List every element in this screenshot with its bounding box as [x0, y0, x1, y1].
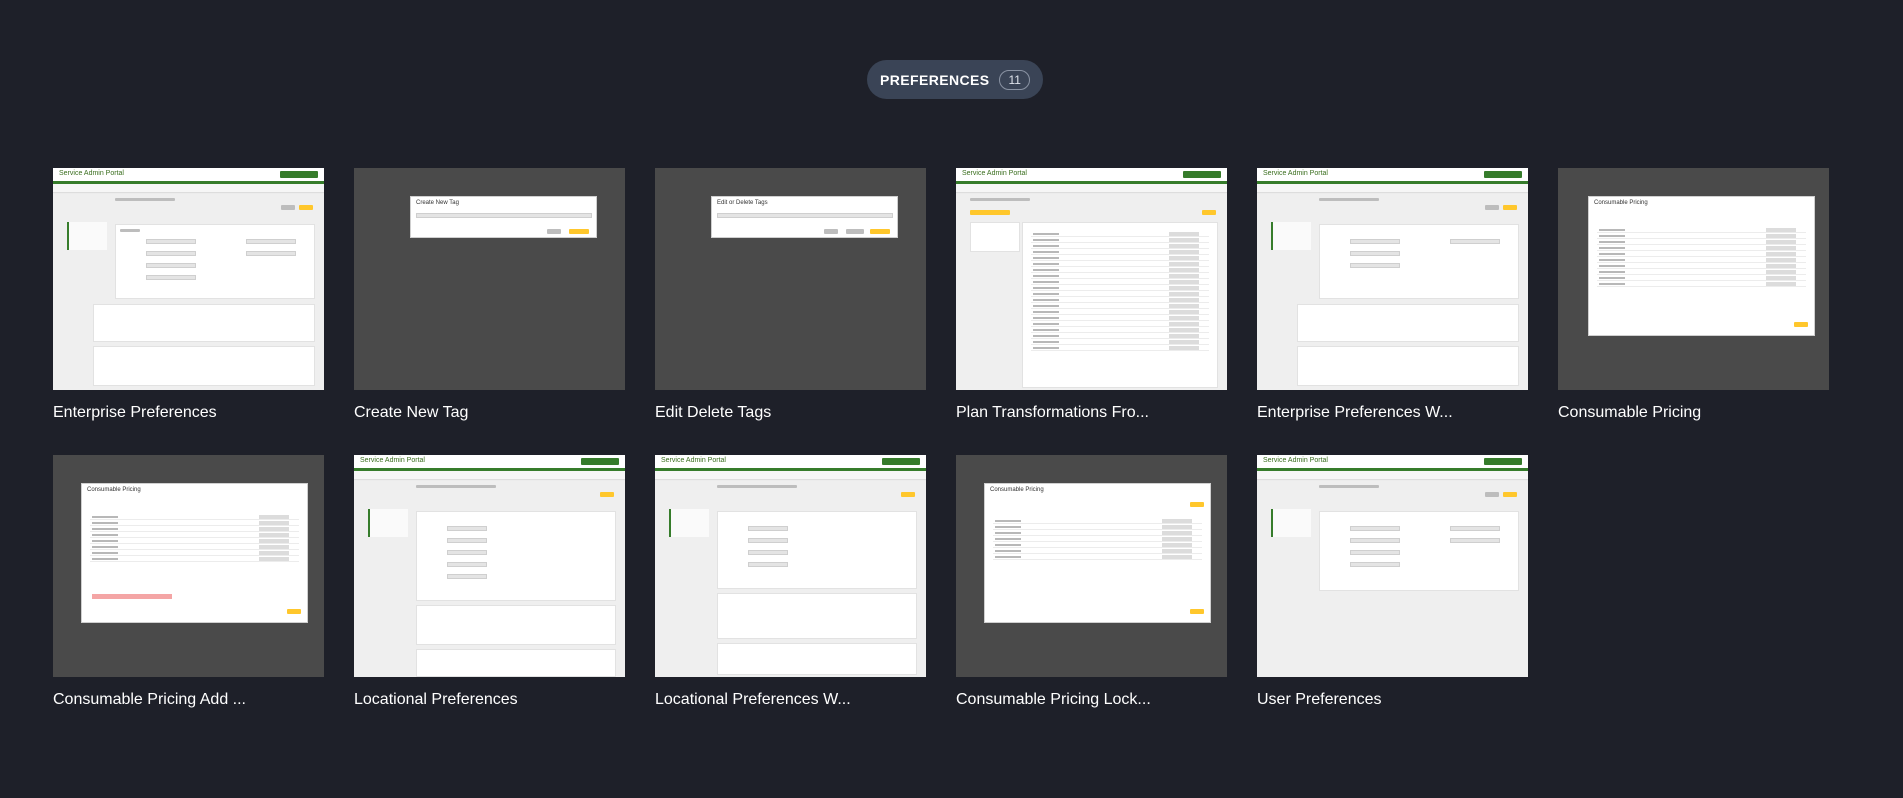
card-title: Locational Preferences W...	[655, 691, 851, 708]
thumbnail-enterprise-preferences[interactable]: Service Admin Portal	[53, 168, 324, 390]
card-title: Locational Preferences	[354, 691, 518, 708]
thumbnail-plan-transformations[interactable]: Service Admin Portal	[956, 168, 1227, 390]
card-locational-preferences-warning[interactable]: Service Admin Portal Locational Preferen…	[655, 455, 926, 735]
card-title: Enterprise Preferences W...	[1257, 404, 1453, 421]
card-title: Consumable Pricing Add ...	[53, 691, 246, 708]
card-title: Consumable Pricing	[1558, 404, 1702, 421]
card-plan-transformations[interactable]: Service Admin Portal Plan Transformation…	[956, 168, 1227, 448]
card-consumable-pricing-locked[interactable]: Consumable Pricing Consumable Pricing Lo…	[956, 455, 1227, 735]
card-create-new-tag[interactable]: Create New Tag Create New Tag	[354, 168, 625, 448]
preferences-filter-pill[interactable]: PREFERENCES 11	[867, 60, 1043, 99]
card-edit-delete-tags[interactable]: Edit or Delete Tags Edit Delete Tags	[655, 168, 926, 448]
card-locational-preferences[interactable]: Service Admin Portal Locational Preferen…	[354, 455, 625, 735]
card-enterprise-preferences[interactable]: Service Admin Portal Enterprise Preferen…	[53, 168, 324, 448]
thumbnail-create-new-tag[interactable]: Create New Tag	[354, 168, 625, 390]
thumbnail-user-preferences[interactable]: Service Admin Portal	[1257, 455, 1528, 677]
thumbnail-locational-preferences-warning[interactable]: Service Admin Portal	[655, 455, 926, 677]
preferences-count-badge: 11	[999, 69, 1030, 90]
thumbnail-edit-delete-tags[interactable]: Edit or Delete Tags	[655, 168, 926, 390]
preferences-label: PREFERENCES	[880, 71, 990, 88]
card-consumable-pricing[interactable]: Consumable Pricing Consumable Pricing	[1558, 168, 1829, 448]
thumbnail-locational-preferences[interactable]: Service Admin Portal	[354, 455, 625, 677]
thumbnail-consumable-pricing-locked[interactable]: Consumable Pricing	[956, 455, 1227, 677]
card-user-preferences[interactable]: Service Admin Portal User Preferences	[1257, 455, 1528, 735]
card-title: Consumable Pricing Lock...	[956, 691, 1151, 708]
card-title: Edit Delete Tags	[655, 404, 772, 421]
card-title: User Preferences	[1257, 691, 1382, 708]
card-title: Plan Transformations Fro...	[956, 404, 1149, 421]
thumbnail-consumable-pricing[interactable]: Consumable Pricing	[1558, 168, 1829, 390]
thumbnail-consumable-pricing-add[interactable]: Consumable Pricing	[53, 455, 324, 677]
card-consumable-pricing-add[interactable]: Consumable Pricing Consumable Pricing Ad…	[53, 455, 324, 735]
card-title: Enterprise Preferences	[53, 404, 217, 421]
card-enterprise-preferences-warning[interactable]: Service Admin Portal Enterprise Preferen…	[1257, 168, 1528, 448]
card-title: Create New Tag	[354, 404, 469, 421]
thumbnail-enterprise-preferences-warning[interactable]: Service Admin Portal	[1257, 168, 1528, 390]
